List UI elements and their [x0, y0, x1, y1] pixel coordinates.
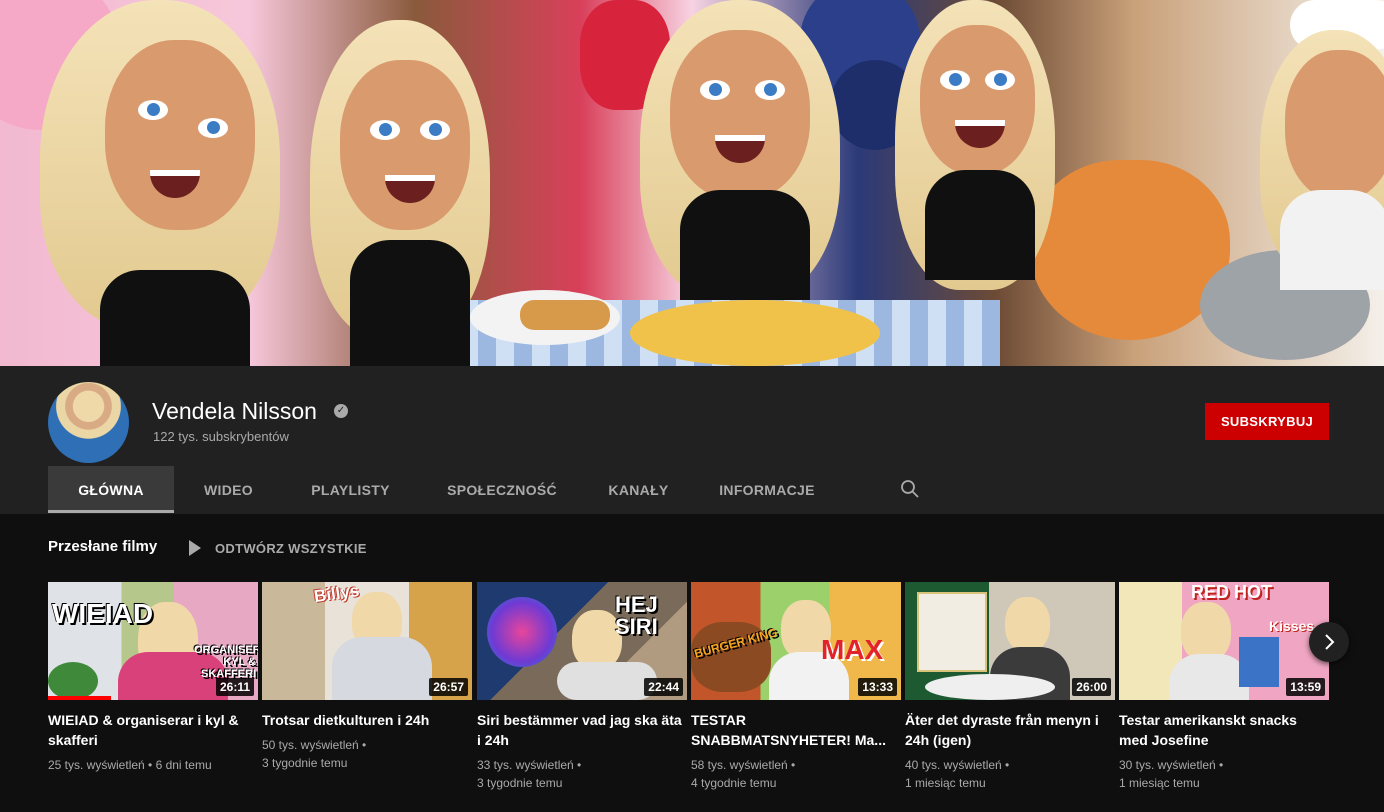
channel-name: Vendela Nilsson — [152, 398, 317, 424]
tab-channels[interactable]: KANAŁY — [586, 466, 691, 513]
watch-progress — [48, 696, 111, 700]
video-card: RED HOT Kisses 13:59 Testar amerikanskt … — [1119, 582, 1329, 792]
video-title[interactable]: Testar amerikanskt snacks med Josefine — [1119, 710, 1329, 750]
video-meta: 50 tys. wyświetleń • 3 tygodnie temu — [262, 738, 367, 770]
play-all-button[interactable]: ODTWÓRZ WSZYSTKIE — [215, 541, 367, 556]
video-thumbnail[interactable]: RED HOT Kisses 13:59 — [1119, 582, 1329, 700]
channel-tabs: GŁÓWNA WIDEO PLAYLISTY SPOŁECZNOŚĆ KANAŁ… — [48, 466, 843, 513]
video-title[interactable]: Trotsar dietkulturen i 24h — [262, 710, 472, 730]
shelf-title: Przesłane filmy — [48, 538, 158, 555]
video-views: 25 tys. wyświetleń — [48, 758, 145, 772]
shelf-next-button[interactable] — [1309, 622, 1349, 662]
video-views: 58 tys. wyświetleń — [691, 758, 788, 772]
thumbnail-text: WIEIAD — [52, 598, 154, 629]
video-duration: 13:33 — [858, 678, 897, 696]
thumbnail-text: ORGANISERAR KYL & SKAFFERI — [194, 644, 258, 680]
video-duration: 13:59 — [1286, 678, 1325, 696]
video-age: 3 tygodnie temu — [262, 756, 348, 770]
video-age: 4 tygodnie temu — [691, 776, 777, 790]
thumbnail-text: MAX — [821, 634, 884, 665]
video-card: Billys 26:57 Trotsar dietkulturen i 24h … — [262, 582, 472, 772]
video-meta: 25 tys. wyświetleń • 6 dni temu — [48, 758, 212, 772]
video-card: BURGER KING MAX 13:33 TESTAR SNABBMATSNY… — [691, 582, 901, 792]
video-title[interactable]: Siri bestämmer vad jag ska äta i 24h — [477, 710, 687, 750]
subscriber-count: 122 tys. subskrybentów — [153, 429, 289, 444]
thumbnail-text: Billys — [312, 582, 361, 607]
channel-avatar[interactable] — [48, 382, 129, 463]
search-icon[interactable] — [900, 479, 920, 499]
subscribe-button[interactable]: SUBSKRYBUJ — [1205, 403, 1329, 440]
video-views: 33 tys. wyświetleń — [477, 758, 574, 772]
video-thumbnail[interactable]: Billys 26:57 — [262, 582, 472, 700]
thumbnail-text: RED HOT — [1191, 582, 1272, 602]
video-age: 1 miesiąc temu — [905, 776, 986, 790]
video-age: 1 miesiąc temu — [1119, 776, 1200, 790]
video-meta: 58 tys. wyświetleń • 4 tygodnie temu — [691, 758, 796, 790]
chevron-right-icon — [1325, 634, 1335, 650]
video-duration: 26:00 — [1072, 678, 1111, 696]
video-views: 50 tys. wyświetleń — [262, 738, 359, 752]
tab-community[interactable]: SPOŁECZNOŚĆ — [418, 466, 586, 513]
video-duration: 26:57 — [429, 678, 468, 696]
video-thumbnail[interactable]: 26:00 — [905, 582, 1115, 700]
video-thumbnail[interactable]: BURGER KING MAX 13:33 — [691, 582, 901, 700]
tab-videos[interactable]: WIDEO — [174, 466, 283, 513]
video-card: WIEIAD ORGANISERAR KYL & SKAFFERI 26:11 … — [48, 582, 258, 774]
video-age: 3 tygodnie temu — [477, 776, 563, 790]
video-meta: 33 tys. wyświetleń • 3 tygodnie temu — [477, 758, 582, 790]
thumbnail-text: HEJ SIRI — [615, 592, 658, 639]
video-title[interactable]: WIEIAD & organiserar i kyl & skafferi — [48, 710, 258, 750]
video-card: HEJ SIRI 22:44 Siri bestämmer vad jag sk… — [477, 582, 687, 792]
video-duration: 22:44 — [644, 678, 683, 696]
tab-home[interactable]: GŁÓWNA — [48, 466, 174, 513]
thumbnail-text: Kisses — [1269, 618, 1315, 634]
channel-banner — [0, 0, 1384, 366]
video-views: 30 tys. wyświetleń — [1119, 758, 1216, 772]
video-age: 6 dni temu — [155, 758, 212, 772]
tab-playlists[interactable]: PLAYLISTY — [283, 466, 418, 513]
video-meta: 30 tys. wyświetleń • 1 miesiąc temu — [1119, 758, 1224, 790]
video-title[interactable]: Äter det dyraste från menyn i 24h (igen) — [905, 710, 1115, 750]
verified-icon: ✓ — [334, 404, 348, 418]
tab-about[interactable]: INFORMACJE — [691, 466, 843, 513]
video-thumbnail[interactable]: WIEIAD ORGANISERAR KYL & SKAFFERI 26:11 — [48, 582, 258, 700]
video-thumbnail[interactable]: HEJ SIRI 22:44 — [477, 582, 687, 700]
video-card: 26:00 Äter det dyraste från menyn i 24h … — [905, 582, 1115, 792]
video-duration: 26:11 — [215, 678, 254, 696]
video-title[interactable]: TESTAR SNABBMATSNYHETER! Ma... — [691, 710, 901, 750]
play-icon[interactable] — [189, 540, 201, 556]
video-views: 40 tys. wyświetleń — [905, 758, 1002, 772]
video-meta: 40 tys. wyświetleń • 1 miesiąc temu — [905, 758, 1010, 790]
